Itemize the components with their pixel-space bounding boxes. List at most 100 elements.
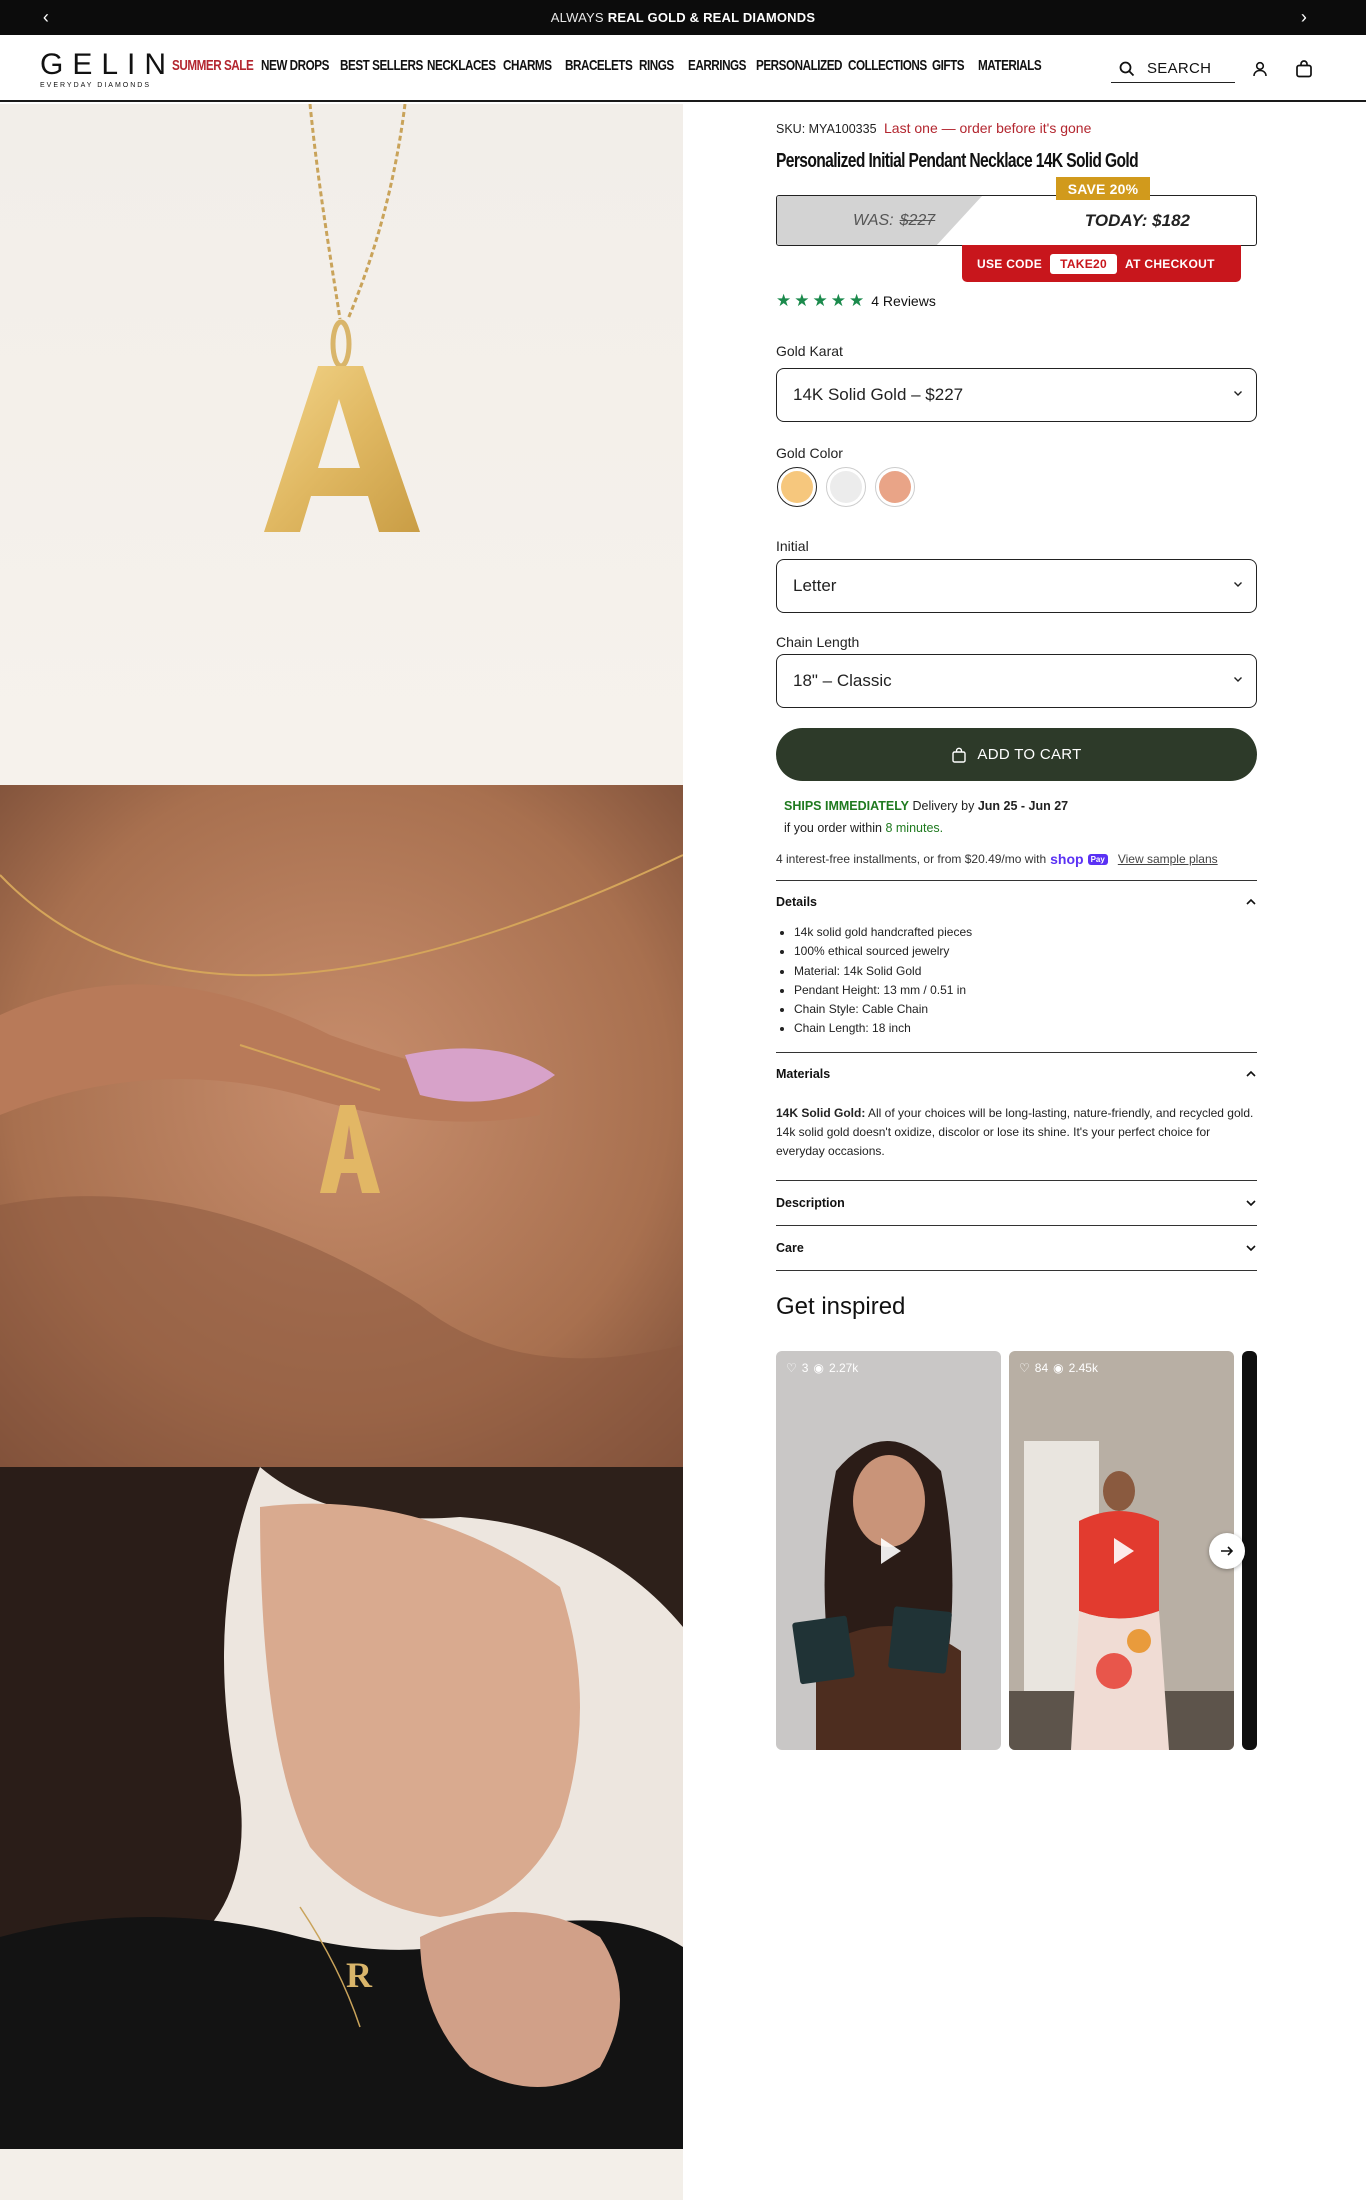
was-label: WAS: xyxy=(853,211,894,229)
brand-logo[interactable]: GELIN EVERYDAY DIAMONDS xyxy=(40,48,176,90)
video-likes: 84 xyxy=(1034,1361,1049,1375)
description-toggle[interactable]: Description xyxy=(776,1181,1257,1225)
nav-item-new-drops[interactable]: NEW DROPS xyxy=(261,57,329,74)
chain-value: 18" – Classic xyxy=(793,671,892,690)
materials-title: Materials xyxy=(776,1067,831,1081)
add-to-cart-button[interactable]: ADD TO CART xyxy=(776,728,1257,781)
details-toggle[interactable]: Details xyxy=(776,881,1257,923)
countdown-minutes: 8 minutes. xyxy=(885,821,944,835)
order-within: if you order within xyxy=(784,821,882,835)
code-prefix: USE CODE xyxy=(977,256,1043,271)
materials-toggle[interactable]: Materials xyxy=(776,1053,1257,1095)
account-icon[interactable] xyxy=(1248,57,1272,81)
save-badge: SAVE 20% xyxy=(1056,177,1150,200)
karat-value: 14K Solid Gold – $227 xyxy=(793,385,964,404)
chevron-down-icon xyxy=(1246,1245,1256,1252)
announcement-bold: REAL GOLD & REAL DIAMONDS xyxy=(607,10,816,25)
stock-note: Last one — order before it's gone xyxy=(884,120,1092,136)
star-icon: ★ xyxy=(849,291,865,310)
today-price: TODAY: $182 xyxy=(1084,210,1190,230)
details-title: Details xyxy=(776,895,817,909)
initial-label: Initial xyxy=(776,538,809,554)
nav-item-best-sellers[interactable]: BEST SELLERS xyxy=(340,57,423,74)
carousel-next-button[interactable] xyxy=(1209,1533,1245,1569)
materials-text: 14K Solid Gold: All of your choices will… xyxy=(776,1104,1257,1161)
swatch-rose-gold[interactable] xyxy=(875,467,915,507)
video-views: 2.45k xyxy=(1068,1361,1098,1375)
code-suffix: AT CHECKOUT xyxy=(1125,256,1215,271)
chevron-left-icon[interactable]: ‹ xyxy=(26,0,66,35)
get-inspired-heading: Get inspired xyxy=(776,1293,906,1320)
description-title: Description xyxy=(776,1196,845,1210)
reviews-count[interactable]: 4 Reviews xyxy=(871,293,936,309)
announcement-bar: ‹ ALWAYS REAL GOLD & REAL DIAMONDS › xyxy=(0,0,1366,35)
product-image-3[interactable]: R xyxy=(0,1467,683,2149)
video-stats: ♡ 84 ◉ 2.45k xyxy=(1019,1361,1098,1375)
shipping-info: SHIPS IMMEDIATELY Delivery by Jun 25 - J… xyxy=(784,795,1068,839)
materials-bold: 14K Solid Gold: xyxy=(776,1106,866,1120)
karat-label: Gold Karat xyxy=(776,343,843,359)
detail-item: Pendant Height: 13 mm / 0.51 in xyxy=(794,981,1257,1000)
search-icon xyxy=(1119,61,1135,77)
initial-value: Letter xyxy=(793,576,837,595)
nav-item-earrings[interactable]: EARRINGS xyxy=(688,57,746,74)
product-image-4[interactable] xyxy=(0,2149,683,2200)
karat-select[interactable]: 14K Solid Gold – $227 xyxy=(776,368,1257,422)
nav-item-necklaces[interactable]: NECKLACES xyxy=(427,57,496,74)
swatch-white-gold[interactable] xyxy=(826,467,866,507)
sku-line: SKU: MYA100335 Last one — order before i… xyxy=(776,120,1257,136)
star-icon: ★ xyxy=(794,291,810,310)
nav-item-collections[interactable]: COLLECTIONS xyxy=(848,57,927,74)
inspired-video-1[interactable]: ♡ 3 ◉ 2.27k xyxy=(776,1351,1001,1750)
materials-accordion: Materials 14K Solid Gold: All of your ch… xyxy=(776,1052,1257,1161)
was-price: $227 xyxy=(899,211,936,229)
product-image-2[interactable] xyxy=(0,785,684,1467)
inspired-video-2[interactable]: ♡ 84 ◉ 2.45k xyxy=(1009,1351,1234,1750)
nav-item-materials[interactable]: MATERIALS xyxy=(978,57,1042,74)
chevron-down-icon xyxy=(1246,1200,1256,1207)
chevron-up-icon xyxy=(1246,898,1256,905)
add-to-cart-label: ADD TO CART xyxy=(977,746,1082,763)
chain-label: Chain Length xyxy=(776,634,860,650)
star-icon: ★ xyxy=(812,291,828,310)
announcement-prefix: ALWAYS xyxy=(550,10,604,25)
nav-item-personalized[interactable]: PERSONALIZED xyxy=(756,57,843,74)
swatch-yellow-gold[interactable] xyxy=(777,467,817,507)
ships-immediately: SHIPS IMMEDIATELY xyxy=(784,799,910,813)
was-price-panel: WAS: $227 xyxy=(777,196,982,245)
care-accordion: Care xyxy=(776,1225,1257,1271)
rating[interactable]: ★ ★ ★ ★ ★ 4 Reviews xyxy=(776,292,1257,309)
nav-item-summer-sale[interactable]: SUMMER SALE xyxy=(172,57,254,74)
cart-bag-icon[interactable] xyxy=(1292,57,1316,81)
brand-tagline: EVERYDAY DIAMONDS xyxy=(40,82,152,89)
color-swatches xyxy=(777,467,915,507)
view-sample-plans-link[interactable]: View sample plans xyxy=(1118,852,1218,866)
heart-icon: ♡ xyxy=(786,1361,797,1375)
brand-name: GELIN xyxy=(40,48,176,81)
installments: 4 interest-free installments, or from $2… xyxy=(776,851,1257,867)
detail-item: 100% ethical sourced jewelry xyxy=(794,942,1257,961)
nav-item-charms[interactable]: CHARMS xyxy=(503,57,552,74)
nav-item-bracelets[interactable]: BRACELETS xyxy=(565,57,633,74)
main-nav: SUMMER SALE NEW DROPS BEST SELLERS NECKL… xyxy=(172,57,1048,74)
site-header: GELIN EVERYDAY DIAMONDS SUMMER SALE NEW … xyxy=(0,35,1366,102)
play-icon xyxy=(880,1537,901,1564)
chevron-down-icon xyxy=(1234,582,1242,587)
promo-code-banner: USE CODE TAKE20 AT CHECKOUT xyxy=(962,245,1241,282)
chevron-right-icon[interactable]: › xyxy=(1284,0,1324,35)
care-toggle[interactable]: Care xyxy=(776,1226,1257,1270)
product-image-1[interactable] xyxy=(0,103,683,785)
nav-item-gifts[interactable]: GIFTS xyxy=(932,57,968,74)
play-icon xyxy=(1113,1537,1134,1564)
star-icon: ★ xyxy=(776,291,792,310)
promo-code[interactable]: TAKE20 xyxy=(1050,253,1118,274)
initial-select[interactable]: Letter xyxy=(776,559,1257,613)
cart-icon xyxy=(952,747,967,763)
search-bar[interactable]: SEARCH xyxy=(1111,55,1235,83)
chain-select[interactable]: 18" – Classic xyxy=(776,654,1257,708)
star-icon: ★ xyxy=(830,291,846,310)
delivery-label: Delivery by xyxy=(912,799,975,813)
eye-icon: ◉ xyxy=(1053,1361,1064,1375)
installments-text: 4 interest-free installments, or from $2… xyxy=(776,852,1047,866)
nav-item-rings[interactable]: RINGS xyxy=(639,57,677,74)
